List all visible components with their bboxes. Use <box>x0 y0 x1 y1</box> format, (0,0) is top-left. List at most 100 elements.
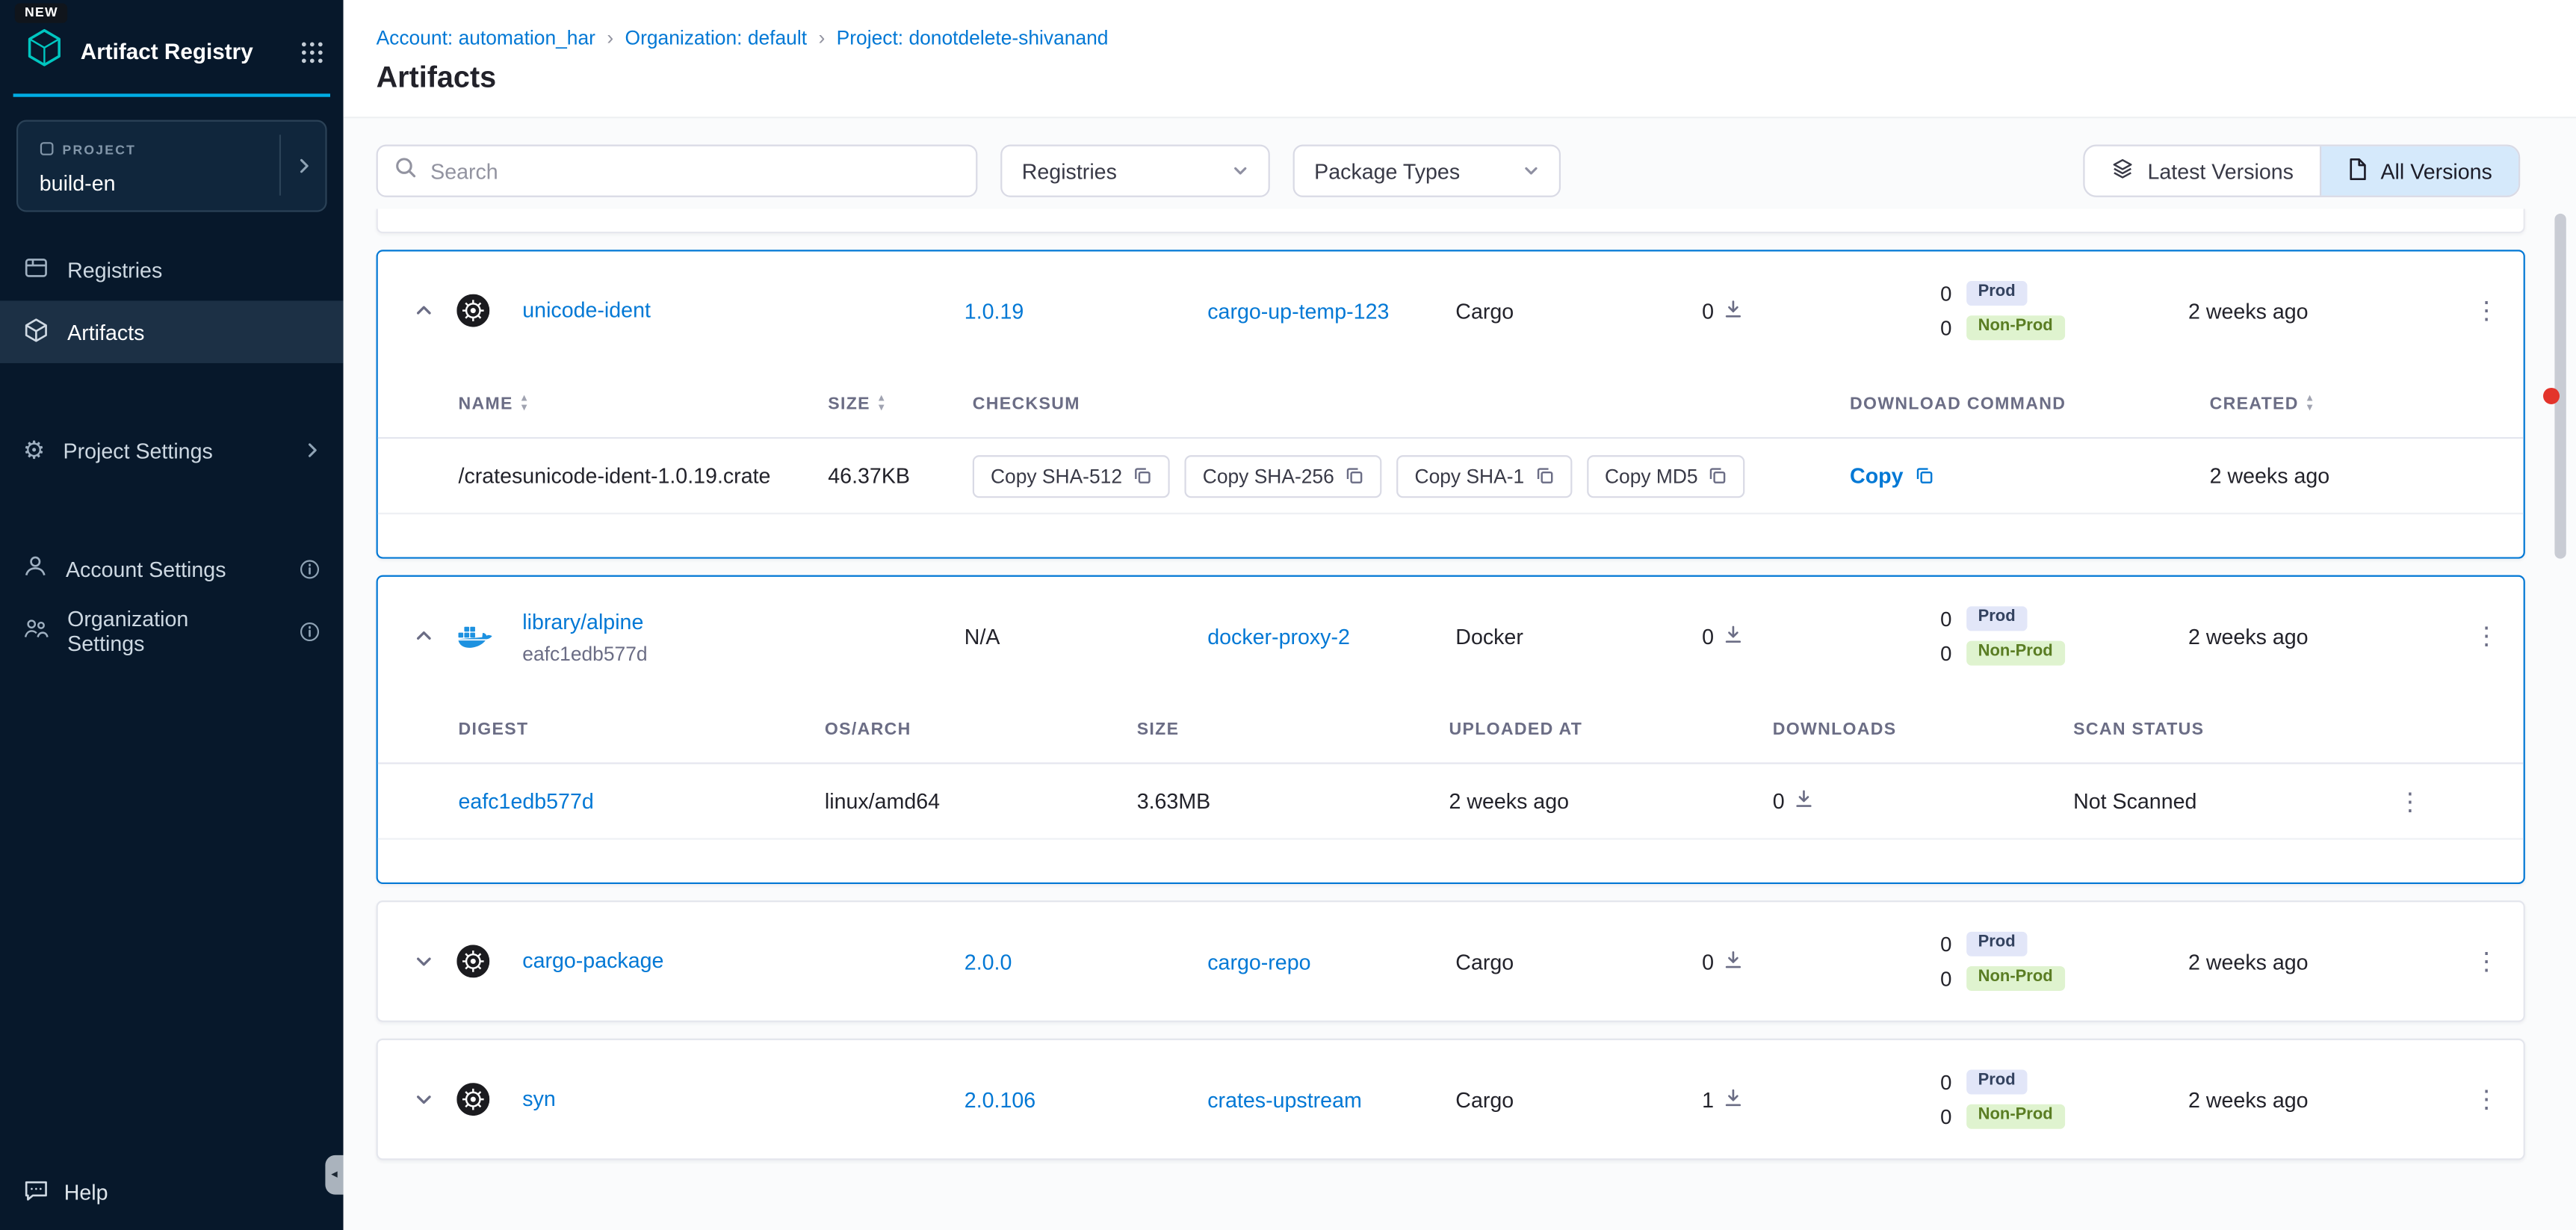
nonprod-badge: Non-Prod <box>1966 966 2064 991</box>
collapse-arrow-icon: ◀ <box>331 1170 337 1180</box>
nonprod-badge: Non-Prod <box>1966 641 2064 666</box>
collapse-row-button[interactable] <box>404 291 444 330</box>
copy-download-command-button[interactable]: Copy <box>1850 463 1933 488</box>
artifact-version-link[interactable]: 2.0.0 <box>965 949 1207 974</box>
version-view-toggle: Latest Versions All Versions <box>2084 145 2521 197</box>
column-header-scan-status: SCAN STATUS <box>2073 719 2295 738</box>
file-row: /cratesunicode-ident-1.0.19.crate 46.37K… <box>378 439 2524 514</box>
copy-sha1-button[interactable]: Copy SHA-1 <box>1396 454 1572 497</box>
artifact-row: unicode-ident 1.0.19 cargo-up-temp-123 C… <box>378 251 2524 369</box>
environment-counts: 0Prod 0Non-Prod <box>1932 932 2188 991</box>
nonprod-count: 0 <box>1932 967 1951 990</box>
sort-icon[interactable]: ▴▾ <box>521 395 528 412</box>
environment-counts: 0Prod 0Non-Prod <box>1932 606 2188 665</box>
sidebar-collapse-button[interactable]: ◀ <box>325 1155 343 1195</box>
kebab-menu-button[interactable]: ⋮ <box>2463 1076 2510 1122</box>
sidebar-item-organization-settings[interactable]: Organization Settings <box>0 600 344 663</box>
package-types-dropdown[interactable]: Package Types <box>1293 145 1561 197</box>
registries-dropdown-label: Registries <box>1022 158 1117 183</box>
artifact-version-link[interactable]: 1.0.19 <box>965 298 1207 323</box>
artifact-name-link[interactable]: cargo-package <box>522 948 663 973</box>
new-badge: NEW <box>15 3 68 22</box>
sidebar-item-account-settings[interactable]: Account Settings <box>0 537 344 600</box>
all-versions-toggle[interactable]: All Versions <box>2320 146 2518 196</box>
project-selector[interactable]: PROJECT build-en <box>16 120 327 212</box>
vertical-scrollbar[interactable] <box>2554 214 2566 559</box>
breadcrumb-organization-link[interactable]: Organization: default <box>625 26 808 49</box>
expand-row-button[interactable] <box>404 1080 444 1119</box>
column-header-created: CREATED <box>2210 394 2299 413</box>
chevron-right-icon <box>279 135 312 195</box>
sidebar-item-label: Artifacts <box>67 320 144 344</box>
sidebar-item-label: Organization Settings <box>67 606 263 655</box>
artifact-type: Docker <box>1455 624 1702 649</box>
download-icon <box>1724 949 1743 974</box>
column-header-digest: DIGEST <box>459 719 825 738</box>
modified-date: 2 weeks ago <box>2188 1087 2450 1112</box>
nonprod-count: 0 <box>1932 1105 1951 1128</box>
gear-icon: ⚙ <box>23 438 46 463</box>
help-button[interactable]: Help <box>23 1176 108 1208</box>
artifact-version-link[interactable]: 2.0.106 <box>965 1087 1207 1112</box>
file-name: /cratesunicode-ident-1.0.19.crate <box>459 463 829 488</box>
search-box <box>377 145 978 197</box>
cargo-package-icon <box>456 945 522 977</box>
file-size: 46.37KB <box>828 463 973 488</box>
artifact-registry-link[interactable]: crates-upstream <box>1207 1087 1455 1112</box>
artifact-name-link[interactable]: unicode-ident <box>522 297 651 322</box>
expand-row-button[interactable] <box>404 942 444 981</box>
artifact-type: Cargo <box>1455 1087 1702 1112</box>
sidebar-item-registries[interactable]: Registries <box>0 238 344 301</box>
artifact-registry-link[interactable]: docker-proxy-2 <box>1207 624 1455 649</box>
artifact-row: cargo-package 2.0.0 cargo-repo Cargo 0 0… <box>378 902 2524 1020</box>
artifact-name-link[interactable]: syn <box>522 1087 555 1111</box>
download-icon <box>1724 1087 1743 1112</box>
artifact-card-syn: syn 2.0.106 crates-upstream Cargo 1 0Pro… <box>377 1039 2525 1161</box>
sort-icon[interactable]: ▴▾ <box>879 395 885 412</box>
prod-count: 0 <box>1932 282 1951 305</box>
breadcrumb-account-link[interactable]: Account: automation_har <box>377 26 595 49</box>
artifact-card-cargo-package: cargo-package 2.0.0 cargo-repo Cargo 0 0… <box>377 900 2525 1022</box>
artifact-registry-link[interactable]: cargo-up-temp-123 <box>1207 298 1455 323</box>
kebab-menu-button[interactable]: ⋮ <box>2387 778 2433 824</box>
kebab-menu-button[interactable]: ⋮ <box>2463 288 2510 334</box>
info-icon[interactable] <box>299 558 321 580</box>
module-grid-icon[interactable] <box>300 40 323 64</box>
sidebar-item-project-settings[interactable]: ⚙ Project Settings <box>0 419 344 482</box>
prod-count: 0 <box>1932 608 1951 631</box>
filter-bar: Registries Package Types <box>344 118 2576 197</box>
files-table: NAME▴▾ SIZE▴▾ CHECKSUM DOWNLOAD COMMAND … <box>378 370 2524 515</box>
digest-downloads: 0 <box>1773 789 2073 814</box>
kebab-menu-button[interactable]: ⋮ <box>2463 613 2510 659</box>
artifact-name-link[interactable]: library/alpine <box>522 609 643 634</box>
docker-package-icon <box>456 622 522 649</box>
registries-dropdown[interactable]: Registries <box>1000 145 1270 197</box>
search-input[interactable] <box>430 158 959 183</box>
nonprod-badge: Non-Prod <box>1966 1104 2064 1129</box>
kebab-menu-button[interactable]: ⋮ <box>2463 939 2510 985</box>
sidebar-item-artifacts[interactable]: Artifacts <box>0 300 344 363</box>
notification-dot <box>2543 388 2560 404</box>
copy-md5-button[interactable]: Copy MD5 <box>1587 454 1746 497</box>
copy-sha512-button[interactable]: Copy SHA-512 <box>973 454 1170 497</box>
artifact-registry-link[interactable]: cargo-repo <box>1207 949 1455 974</box>
project-name: build-en <box>40 171 279 196</box>
download-icon <box>1724 298 1743 323</box>
artifact-card-unicode-ident: unicode-ident 1.0.19 cargo-up-temp-123 C… <box>377 250 2525 558</box>
collapse-row-button[interactable] <box>404 616 444 656</box>
downloads-count: 0 <box>1702 298 1932 323</box>
prod-badge: Prod <box>1966 281 2027 306</box>
account-icon <box>23 554 48 584</box>
digest-link[interactable]: eafc1edb577d <box>459 789 825 814</box>
latest-versions-toggle[interactable]: Latest Versions <box>2085 146 2320 196</box>
sort-icon[interactable]: ▴▾ <box>2307 395 2314 412</box>
document-icon <box>2348 157 2368 185</box>
registries-icon <box>23 254 49 285</box>
artifact-row: syn 2.0.106 crates-upstream Cargo 1 0Pro… <box>378 1040 2524 1158</box>
breadcrumb-project-link[interactable]: Project: donotdelete-shivanand <box>837 26 1109 49</box>
info-icon[interactable] <box>299 620 321 642</box>
scan-status: Not Scanned <box>2073 789 2295 814</box>
copy-sha256-button[interactable]: Copy SHA-256 <box>1185 454 1382 497</box>
environment-counts: 0Prod 0Non-Prod <box>1932 1070 2188 1129</box>
artifacts-icon <box>23 316 49 347</box>
